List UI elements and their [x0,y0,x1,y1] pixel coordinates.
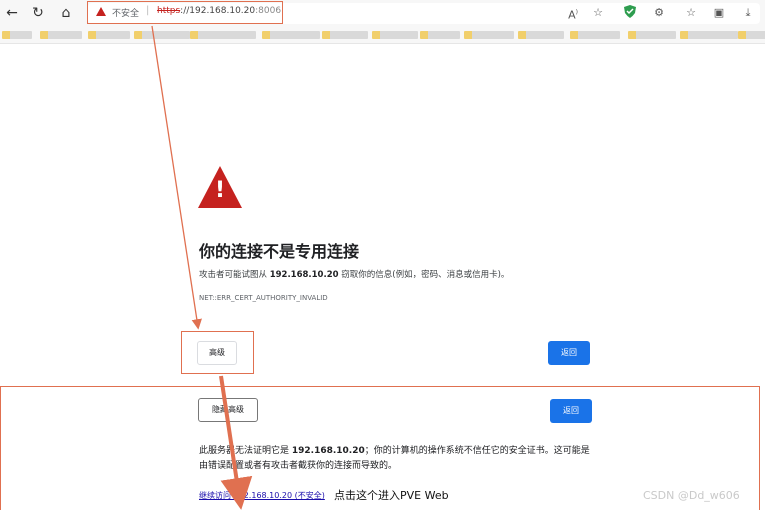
arrow-to-proceed [219,375,253,510]
annotation-arrows [151,25,253,510]
arrow-to-advanced [151,25,202,330]
